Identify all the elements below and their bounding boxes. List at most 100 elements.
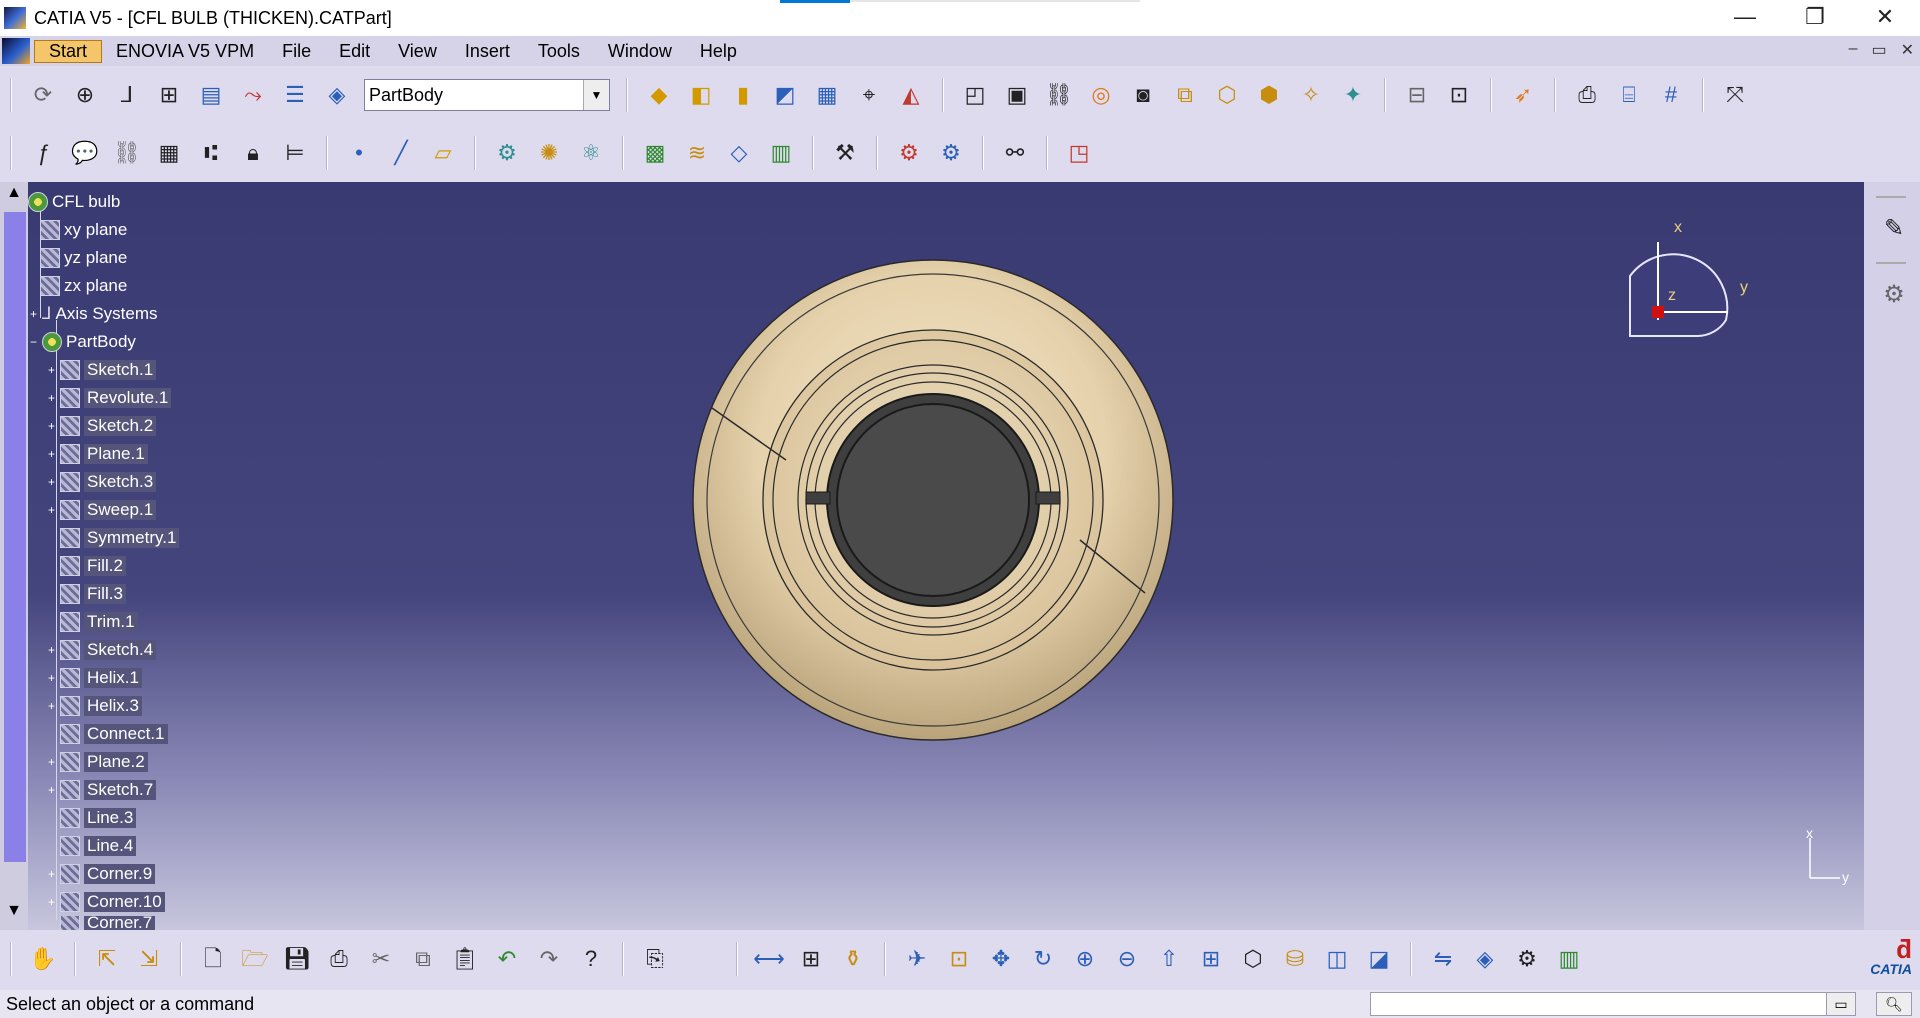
cut-icon[interactable]: ✂ <box>365 943 397 975</box>
parts-icon[interactable]: ⚙ <box>893 137 925 169</box>
material-icon[interactable]: ◈ <box>1469 943 1501 975</box>
hide-icon[interactable]: ◪ <box>1363 943 1395 975</box>
eraser-icon[interactable]: ◇ <box>723 137 755 169</box>
grid-icon[interactable]: # <box>1655 79 1687 111</box>
tree-feature[interactable]: + Sketch.7 <box>28 776 288 804</box>
settings-icon[interactable]: ✺ <box>533 137 565 169</box>
tree-feature[interactable]: + Sketch.3 <box>28 468 288 496</box>
tree-node-yz-plane[interactable]: yz plane <box>28 244 288 272</box>
plane-icon[interactable]: ▱ <box>427 137 459 169</box>
bolt-icon[interactable]: ⚒ <box>829 137 861 169</box>
tree-node-axis-systems[interactable]: + ⅃ Axis Systems <box>28 300 288 328</box>
tree-node-partbody[interactable]: − PartBody <box>28 328 288 356</box>
tree-feature[interactable]: + Plane.2 <box>28 748 288 776</box>
scroll-up-icon[interactable]: ▲ <box>5 184 23 202</box>
tree-node-zx-plane[interactable]: zx plane <box>28 272 288 300</box>
sketcher-icon[interactable]: ✎ <box>1878 212 1910 244</box>
tree-feature[interactable]: Fill.3 <box>28 580 288 608</box>
render-icon[interactable]: ⛁ <box>1279 943 1311 975</box>
fly-icon[interactable]: ✈ <box>901 943 933 975</box>
prism-icon[interactable]: ◩ <box>769 79 801 111</box>
tree-feature[interactable]: Fill.2 <box>28 552 288 580</box>
status-button-1[interactable]: ▭ <box>1826 992 1856 1016</box>
tree-feature[interactable]: + Plane.1 <box>28 440 288 468</box>
table-icon[interactable]: ▦ <box>153 137 185 169</box>
boxes-icon[interactable]: ▩ <box>639 137 671 169</box>
close-button[interactable]: ✕ <box>1850 0 1920 34</box>
measure-icon[interactable]: ⟷ <box>753 943 785 975</box>
tree-feature[interactable]: Corner.7 <box>28 916 288 930</box>
book-icon[interactable]: ▥ <box>765 137 797 169</box>
square-icon[interactable]: ◙ <box>1127 79 1159 111</box>
menu-view[interactable]: View <box>384 41 451 62</box>
new-icon[interactable]: 🗋 <box>197 943 229 975</box>
tree-icon[interactable]: ⑆ <box>195 137 227 169</box>
multi-view-icon[interactable]: ⊞ <box>1195 943 1227 975</box>
3d-viewport[interactable]: ▲ ▼ CFL bulb xy plane yz plane zx plane … <box>0 182 1864 930</box>
tree-feature[interactable]: Line.4 <box>28 832 288 860</box>
minimize-button[interactable]: — <box>1710 0 1780 34</box>
redo-icon[interactable]: ↷ <box>533 943 565 975</box>
apply-icon[interactable]: ▥ <box>1553 943 1585 975</box>
command-input[interactable] <box>1370 992 1840 1016</box>
analysis-icon[interactable]: ⊟ <box>1401 79 1433 111</box>
param-icon[interactable]: ⊨ <box>279 137 311 169</box>
tree-feature[interactable]: + Corner.10 <box>28 888 288 916</box>
menu-help[interactable]: Help <box>686 41 751 62</box>
zoom-in-icon[interactable]: ⊕ <box>1069 943 1101 975</box>
crosshair-icon[interactable]: ⌖ <box>853 79 885 111</box>
chevron-down-icon[interactable]: ▼ <box>583 80 609 110</box>
mdi-restore-button[interactable]: ▭ <box>1871 40 1886 60</box>
menu-window[interactable]: Window <box>594 41 686 62</box>
line-icon[interactable]: ╱ <box>385 137 417 169</box>
print-icon[interactable]: ⎙ <box>323 943 355 975</box>
cursor-icon[interactable]: ➶ <box>1507 79 1539 111</box>
globe-icon[interactable]: ⚙ <box>491 137 523 169</box>
loft-icon[interactable]: ⧉ <box>1169 79 1201 111</box>
stack-icon[interactable]: ≋ <box>681 137 713 169</box>
copy-icon[interactable]: ⧉ <box>407 943 439 975</box>
settings2-icon[interactable]: ⚙ <box>1511 943 1543 975</box>
tree-root[interactable]: CFL bulb <box>28 188 288 216</box>
restore-button[interactable]: ❐ <box>1780 0 1850 34</box>
bottle-icon[interactable]: ⚱ <box>837 943 869 975</box>
mdi-minimize-button[interactable]: – <box>1849 40 1858 60</box>
compass-widget[interactable]: x y z <box>1588 220 1768 370</box>
tree-scrollbar[interactable]: ▲ ▼ <box>0 182 28 930</box>
grid-cube-icon[interactable]: ▦ <box>811 79 843 111</box>
link-icon[interactable]: ⚯ <box>999 137 1031 169</box>
cfl-bulb-model[interactable] <box>680 248 1180 748</box>
menu-file[interactable]: File <box>268 41 325 62</box>
tree-feature[interactable]: + Corner.9 <box>28 860 288 888</box>
paste-icon[interactable]: 📋︎ <box>449 943 481 975</box>
save-icon[interactable]: 💾︎ <box>281 943 313 975</box>
transform-icon[interactable]: ⤳ <box>237 79 269 111</box>
select2-icon[interactable]: ⇲ <box>133 943 165 975</box>
pan-icon[interactable]: ✥ <box>985 943 1017 975</box>
arrange-icon[interactable]: ⎘ <box>639 943 671 975</box>
frame-icon[interactable]: ◰ <box>959 79 991 111</box>
scrollbar-thumb[interactable] <box>4 212 26 862</box>
hand-icon[interactable]: ✋ <box>27 943 59 975</box>
refresh-icon[interactable]: ⟳ <box>27 79 59 111</box>
chain-icon[interactable]: ⛓ <box>111 137 143 169</box>
tree-feature[interactable]: + Helix.3 <box>28 692 288 720</box>
map-icon[interactable]: ⌸ <box>1613 79 1645 111</box>
iso-view-icon[interactable]: ⬡ <box>1237 943 1269 975</box>
camera-icon[interactable]: ⎙ <box>1571 79 1603 111</box>
pocket-icon[interactable]: ◧ <box>685 79 717 111</box>
mix-icon[interactable]: ⚛ <box>575 137 607 169</box>
measure-icon[interactable]: ⊡ <box>1443 79 1475 111</box>
zoom-out-icon[interactable]: ⊖ <box>1111 943 1143 975</box>
menu-insert[interactable]: Insert <box>451 41 524 62</box>
sweep-icon[interactable]: ⛓ <box>1043 79 1075 111</box>
fit-icon[interactable]: ⤧ <box>1719 79 1751 111</box>
pad-icon[interactable]: ◆ <box>643 79 675 111</box>
fill-icon[interactable]: ✦ <box>1337 79 1369 111</box>
rotate-view-icon[interactable]: ↻ <box>1027 943 1059 975</box>
catia-menu-icon[interactable] <box>2 38 30 64</box>
list-icon[interactable]: ☰ <box>279 79 311 111</box>
rotate-icon[interactable]: ⊕ <box>69 79 101 111</box>
tree-feature[interactable]: Connect.1 <box>28 720 288 748</box>
expand-icon[interactable]: + <box>30 307 40 321</box>
